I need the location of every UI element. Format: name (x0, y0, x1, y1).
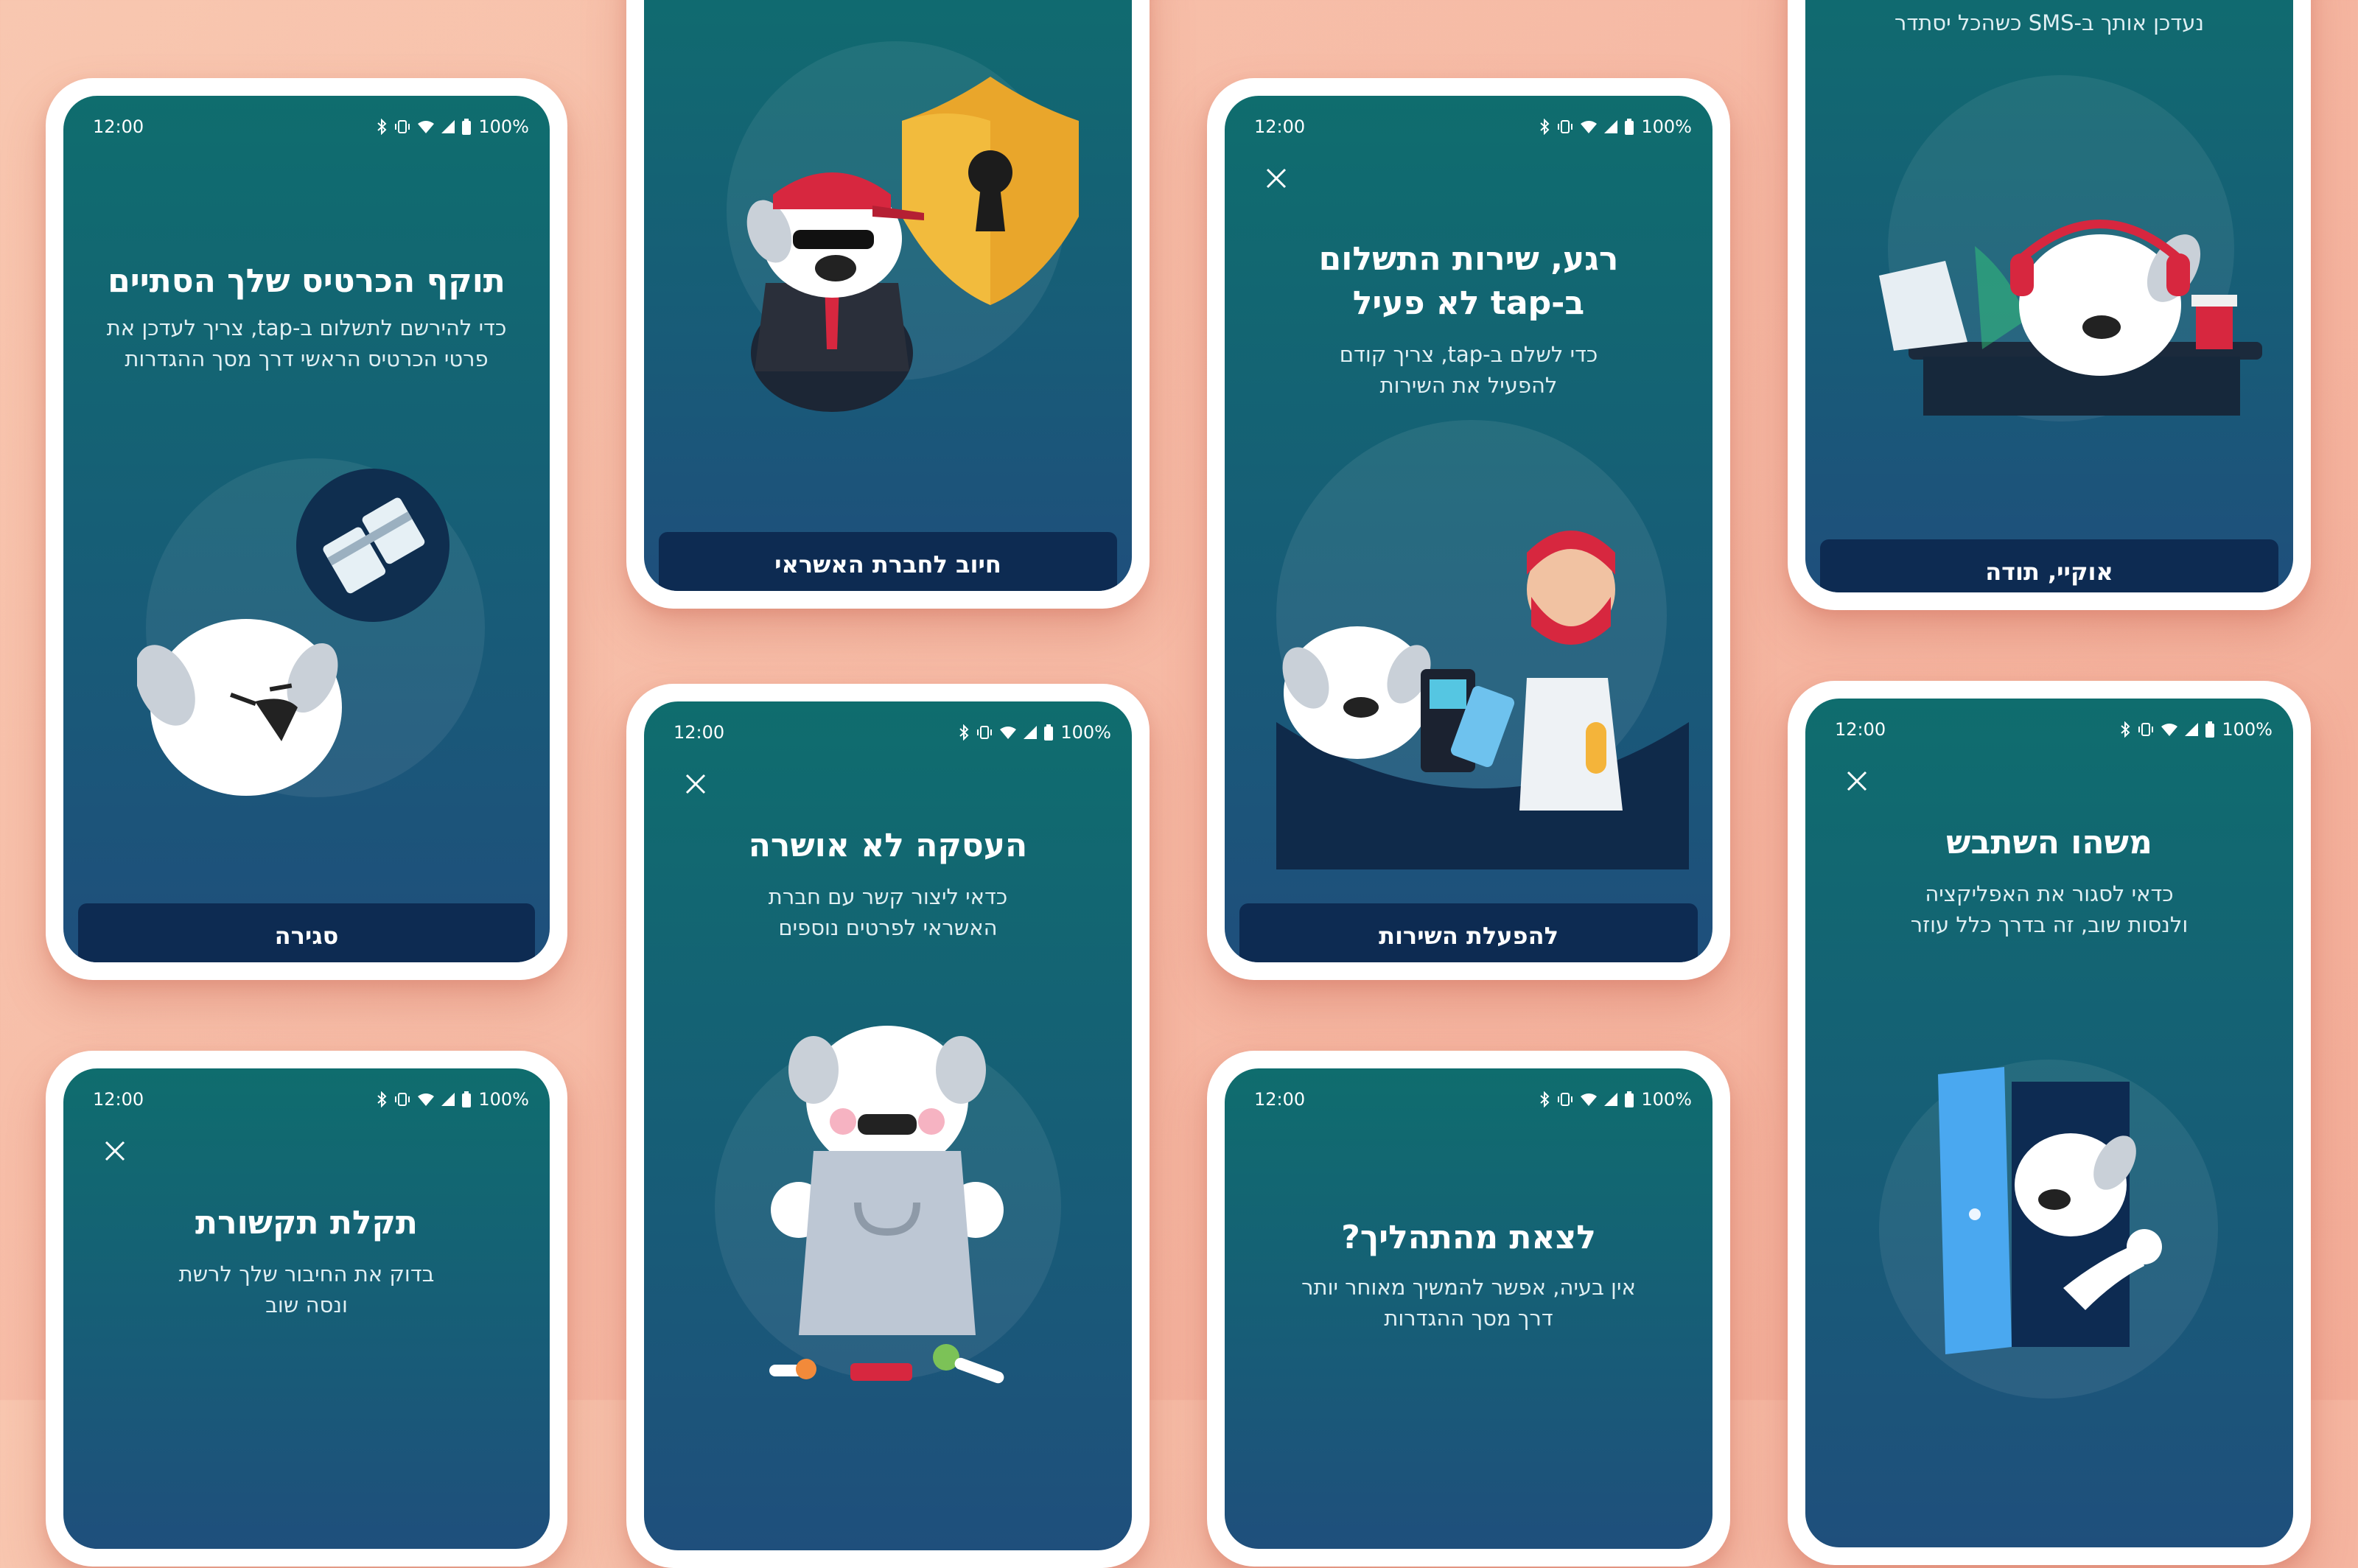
status-icons: 100% (1539, 116, 1692, 137)
dog-payment-terminal-illustration (1276, 531, 1689, 869)
credit-charge-button[interactable]: חיוב לחברת האשראי (659, 532, 1117, 591)
activate-service-button[interactable]: להפעלת השירות (1239, 903, 1698, 962)
status-icons: 100% (2120, 719, 2273, 740)
status-time: 12:00 (674, 722, 725, 743)
page-title-line1: רגע, שירות התשלום (1318, 240, 1619, 278)
wifi-icon (2161, 724, 2178, 736)
phone-sms-update: נעדכן אותך ב-SMS כשהכל יסתדר אוקיי, תודה (1788, 0, 2311, 610)
phone-exit-process: 12:00 100% לצאת מהתהליך? אין בעיה, אפשר … (1207, 1051, 1730, 1567)
signal-icon (1604, 1093, 1618, 1106)
battery-icon (1044, 724, 1054, 741)
signal-icon (1024, 726, 1038, 739)
screen-card-expired: 12:00 100% תוקף הכרטיס שלך הסתיים כדי לה… (63, 96, 550, 962)
screen-transaction-denied: 12:00 100% העסקה לא אושרה כדאי ליצור קשר… (644, 701, 1132, 1550)
screen-service-inactive: 12:00 100% רגע, שירות התשלום ב-tap לא פע… (1225, 96, 1712, 962)
status-bar: 12:00 100% (93, 1083, 529, 1116)
dog-empty-bag-illustration (769, 1026, 1004, 1384)
status-bar: 12:00 100% (1254, 1083, 1692, 1116)
vibrate-icon (2138, 723, 2154, 736)
status-battery: 100% (478, 1089, 529, 1110)
page-title: משהו השתבש (1946, 824, 2152, 861)
status-icons: 100% (1539, 1089, 1692, 1110)
status-time: 12:00 (1254, 1089, 1306, 1110)
status-bar: 12:00 100% (674, 716, 1111, 749)
status-bar: 12:00 100% (1835, 713, 2273, 746)
page-subtitle: אין בעיה, אפשר להמשיך מאוחר יותר דרך מסך… (1301, 1275, 1636, 1331)
phone-transaction-denied: 12:00 100% העסקה לא אושרה כדאי ליצור קשר… (626, 684, 1150, 1568)
battery-icon (2205, 721, 2215, 738)
status-battery: 100% (1641, 116, 1692, 137)
wifi-icon (418, 121, 435, 133)
page-subtitle: כדי לשלם ב-tap, צריך קודם להפעיל את השיר… (1339, 342, 1598, 398)
phone-card-expired: 12:00 100% תוקף הכרטיס שלך הסתיים כדי לה… (46, 78, 567, 980)
dog-broken-card-illustration (137, 469, 449, 796)
screen-connection-error: 12:00 100% תקלת תקשורת בדוק את החיבור של… (63, 1068, 550, 1549)
status-icons: 100% (959, 722, 1111, 743)
signal-icon (441, 120, 455, 133)
bluetooth-icon (1540, 1091, 1550, 1107)
screen-sms-update: נעדכן אותך ב-SMS כשהכל יסתדר אוקיי, תודה (1805, 0, 2293, 592)
bluetooth-icon (1540, 119, 1550, 135)
status-icons: 100% (377, 1089, 529, 1110)
bluetooth-icon (959, 724, 969, 741)
wifi-icon (1581, 1093, 1598, 1106)
status-time: 12:00 (1835, 719, 1886, 740)
ok-thanks-button[interactable]: אוקיי, תודה (1820, 539, 2278, 592)
status-battery: 100% (2222, 719, 2273, 740)
page-subtitle: נעדכן אותך ב-SMS כשהכל יסתדר (1895, 10, 2204, 35)
phone-credit-charge: חיוב לחברת האשראי (626, 0, 1150, 609)
screen-credit-charge: חיוב לחברת האשראי (644, 0, 1132, 591)
vibrate-icon (395, 120, 410, 133)
page-subtitle: בדוק את החיבור שלך לרשת ונסה שוב (178, 1261, 435, 1317)
battery-icon (462, 119, 472, 135)
phone-service-inactive: 12:00 100% רגע, שירות התשלום ב-tap לא פע… (1207, 78, 1730, 980)
status-bar: 12:00 100% (93, 111, 529, 143)
signal-icon (441, 1093, 455, 1106)
phone-something-broke: 12:00 100% משהו השתבש כדאי לסגור את האפל… (1788, 681, 2311, 1565)
page-title: תקלת תקשורת (195, 1204, 418, 1242)
vibrate-icon (1558, 1093, 1573, 1106)
dog-security-guard-illustration (746, 77, 1079, 412)
close-button[interactable]: סגירה (78, 903, 535, 962)
battery-icon (1625, 1091, 1634, 1107)
bluetooth-icon (377, 1091, 387, 1107)
close-icon[interactable] (99, 1135, 131, 1167)
close-icon[interactable] (1841, 765, 1873, 797)
page-subtitle: כדאי ליצור קשר עם חברת האשראי לפרטים נוס… (768, 884, 1008, 940)
close-icon[interactable] (1260, 162, 1292, 195)
screen-exit-process: 12:00 100% לצאת מהתהליך? אין בעיה, אפשר … (1225, 1068, 1712, 1549)
signal-icon (2185, 723, 2199, 736)
page-subtitle: כדי להירשם לתשלום ב-tap, צריך לעדכן את פ… (106, 315, 507, 371)
signal-icon (1604, 120, 1618, 133)
status-time: 12:00 (1254, 116, 1306, 137)
close-icon[interactable] (679, 768, 712, 800)
page-subtitle: כדאי לסגור את האפליקציה ולנסות שוב, זה ב… (1910, 881, 2189, 937)
vibrate-icon (977, 726, 993, 739)
page-title: לצאת מהתהליך? (1341, 1219, 1596, 1256)
dog-door-illustration (1938, 1067, 2162, 1354)
bluetooth-icon (377, 119, 387, 135)
page-title: תוקף הכרטיס שלך הסתיים (108, 262, 505, 300)
status-icons: 100% (377, 116, 529, 137)
page-title: העסקה לא אושרה (748, 827, 1028, 864)
status-time: 12:00 (93, 116, 144, 137)
battery-icon (1625, 119, 1634, 135)
dog-support-agent-illustration (1879, 220, 2262, 416)
vibrate-icon (395, 1093, 410, 1106)
wifi-icon (1000, 727, 1017, 739)
page-title-line2: ב-tap לא פעיל (1352, 284, 1585, 322)
screen-something-broke: 12:00 100% משהו השתבש כדאי לסגור את האפל… (1805, 699, 2293, 1547)
status-bar: 12:00 100% (1254, 111, 1692, 143)
wifi-icon (1581, 121, 1598, 133)
bluetooth-icon (2121, 721, 2130, 738)
wifi-icon (418, 1093, 435, 1106)
battery-icon (462, 1091, 472, 1107)
status-battery: 100% (1060, 722, 1111, 743)
status-battery: 100% (478, 116, 529, 137)
vibrate-icon (1558, 120, 1573, 133)
status-time: 12:00 (93, 1089, 144, 1110)
status-battery: 100% (1641, 1089, 1692, 1110)
phone-connection-error: 12:00 100% תקלת תקשורת בדוק את החיבור של… (46, 1051, 567, 1567)
